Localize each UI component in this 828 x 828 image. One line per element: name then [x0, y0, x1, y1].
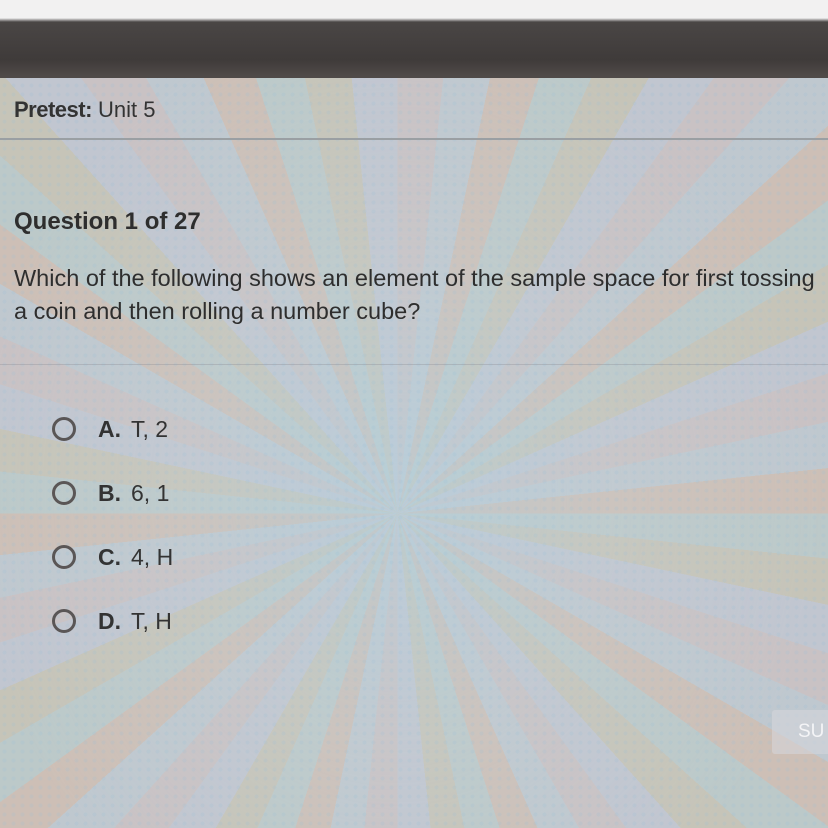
option-b-letter: B.	[98, 479, 121, 506]
page-header: Pretest: Unit 5	[0, 78, 828, 140]
option-c-text: 4, H	[131, 543, 174, 570]
radio-button-d[interactable]	[52, 609, 76, 633]
top-bar	[0, 0, 828, 78]
option-d-letter: D.	[98, 607, 121, 634]
divider	[0, 364, 828, 365]
option-b[interactable]: B. 6, 1	[52, 474, 173, 512]
option-a[interactable]: A. T, 2	[52, 410, 173, 448]
question-counter: Question 1 of 27	[14, 208, 201, 235]
page-title: Pretest: Unit 5	[14, 97, 156, 123]
page-title-text: Unit 5	[98, 97, 156, 122]
question-text: Which of the following shows an element …	[14, 265, 815, 324]
option-b-text: 6, 1	[131, 479, 170, 506]
option-a-letter: A.	[98, 415, 121, 442]
option-d[interactable]: D. T, H	[52, 602, 173, 640]
answer-options: A. T, 2 B. 6, 1 C. 4, H D. T, H	[52, 410, 173, 666]
radio-button-c[interactable]	[52, 545, 76, 569]
radio-button-b[interactable]	[52, 481, 76, 505]
submit-button[interactable]: SU	[772, 710, 828, 754]
option-d-text: T, H	[131, 607, 172, 634]
radio-button-a[interactable]	[52, 417, 76, 441]
option-a-text: T, 2	[131, 415, 169, 442]
option-c[interactable]: C. 4, H	[52, 538, 173, 576]
page-title-prefix: Pretest:	[14, 97, 92, 122]
option-c-letter: C.	[98, 543, 121, 570]
